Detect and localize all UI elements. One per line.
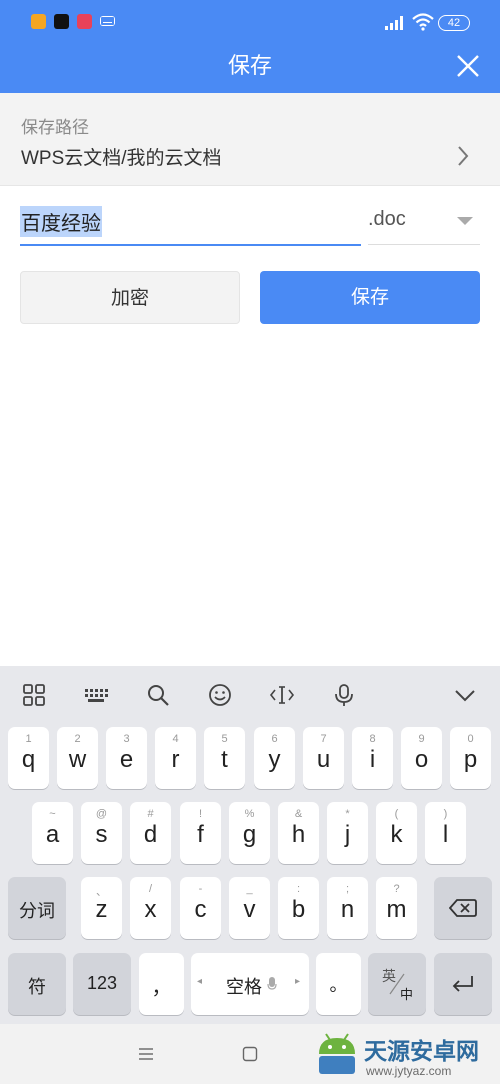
title-bar: 42 保存 — [0, 0, 500, 93]
extension-value: .doc — [368, 208, 406, 230]
battery-indicator: 42 — [438, 15, 470, 31]
space-key[interactable]: ◂ 空格 ▸ — [191, 953, 309, 1015]
signal-icon — [385, 16, 403, 30]
backspace-icon — [449, 899, 477, 917]
menu-icon[interactable] — [138, 1047, 154, 1061]
numeric-key[interactable]: 123 — [73, 953, 131, 1015]
key-b[interactable]: :b — [278, 877, 319, 939]
key-i[interactable]: 8i — [352, 727, 393, 789]
key-p[interactable]: 0p — [450, 727, 491, 789]
keyboard-notification-icon — [100, 16, 115, 26]
save-path-label: 保存路径 — [21, 118, 89, 137]
notification-app-icon — [31, 14, 46, 29]
home-icon[interactable] — [242, 1046, 258, 1062]
microphone-small-icon — [267, 977, 277, 990]
notification-app-icon — [77, 14, 92, 29]
close-icon[interactable] — [452, 50, 484, 82]
key-g[interactable]: % g — [229, 802, 270, 864]
grid-menu-icon[interactable] — [21, 682, 47, 708]
keyboard: 1q 2w 3e 4r 5t 6y 7u 8i 9o 0p ~ a @ s # d !… — [0, 666, 500, 1024]
key-o[interactable]: 9o — [401, 727, 442, 789]
search-icon[interactable] — [145, 682, 171, 708]
watermark-logo: 天源安卓网 www.jytyaz.com — [312, 1030, 500, 1084]
filename-input[interactable]: 百度经验 — [20, 198, 361, 246]
emoji-icon[interactable] — [207, 682, 233, 708]
segment-key[interactable]: 分词 — [8, 877, 66, 939]
key-c[interactable]: -c — [180, 877, 221, 939]
status-bar: 42 — [0, 0, 500, 44]
key-r[interactable]: 4r — [155, 727, 196, 789]
enter-key[interactable] — [434, 953, 492, 1015]
key-n[interactable]: ; n — [327, 877, 368, 939]
key-u[interactable]: 7u — [303, 727, 344, 789]
backspace-key[interactable] — [434, 877, 492, 939]
collapse-keyboard-icon[interactable] — [452, 682, 478, 708]
key-w[interactable]: 2w — [57, 727, 98, 789]
wifi-icon — [412, 13, 434, 31]
key-f[interactable]: ! f — [180, 802, 221, 864]
key-y[interactable]: 6y — [254, 727, 295, 789]
key-v[interactable]: _ v — [229, 877, 270, 939]
key-m[interactable]: ? m — [376, 877, 417, 939]
key-k[interactable]: (k — [376, 802, 417, 864]
key-h[interactable]: & h — [278, 802, 319, 864]
key-d[interactable]: # d — [130, 802, 171, 864]
key-z[interactable]: 、 z — [81, 877, 122, 939]
key-x[interactable]: / x — [130, 877, 171, 939]
key-s[interactable]: @ s — [81, 802, 122, 864]
page-title: 保存 — [227, 53, 272, 78]
space-right-arrow-icon: ▸ — [295, 976, 301, 987]
key-e[interactable]: 3e — [106, 727, 147, 789]
keyboard-toolbar — [0, 666, 500, 724]
period-key[interactable]: 。 — [316, 953, 361, 1015]
encrypt-button[interactable]: 加密 — [20, 271, 240, 324]
android-logo-icon — [319, 1033, 355, 1074]
dropdown-caret-icon — [457, 217, 473, 225]
symbol-key[interactable]: 符 — [8, 953, 66, 1015]
key-t[interactable]: 5t — [204, 727, 245, 789]
language-switch-key[interactable]: 英 中 — [368, 953, 426, 1015]
extension-select[interactable]: .doc — [368, 198, 480, 245]
key-a[interactable]: ~ a — [32, 802, 73, 864]
microphone-icon[interactable] — [331, 682, 357, 708]
key-l[interactable]: ) l — [425, 802, 466, 864]
filename-text: 百度经验 — [20, 206, 102, 237]
enter-icon — [452, 976, 473, 992]
cursor-move-icon[interactable] — [269, 682, 295, 708]
key-q[interactable]: 1q — [8, 727, 49, 789]
chevron-right-icon — [458, 146, 469, 166]
tiktok-icon — [54, 14, 69, 29]
comma-key[interactable]: ， — [139, 953, 184, 1015]
keyboard-layout-icon[interactable] — [83, 682, 109, 708]
watermark-title: 天源安卓网 — [364, 1038, 479, 1064]
save-path-row[interactable]: 保存路径 WPS云文档/我的云文档 — [0, 93, 500, 186]
save-path-value: WPS云文档/我的云文档 — [21, 148, 222, 169]
key-j[interactable]: * j — [327, 802, 368, 864]
watermark-url: www.jytyaz.com — [366, 1064, 452, 1078]
save-button[interactable]: 保存 — [260, 271, 480, 324]
